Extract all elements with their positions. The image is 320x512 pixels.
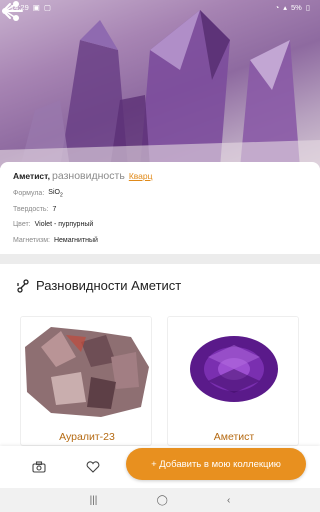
mineral-info-card: Аметист, разновидность Кварц Формула: Si… xyxy=(0,162,320,254)
mineral-name: Аметист, xyxy=(13,171,51,181)
varieties-icon xyxy=(17,278,29,293)
add-to-collection-button[interactable]: + Добавить в мою коллекцию xyxy=(126,448,306,480)
varieties-section: Разновидности Аметист Ауралит-23 Аметист xyxy=(0,264,320,446)
property-value: SiO2 xyxy=(48,189,63,199)
property-formula: Формула: SiO2 xyxy=(13,186,307,202)
variety-label: Ауралит-23 xyxy=(59,431,115,443)
variety-link[interactable]: Кварц xyxy=(129,171,153,181)
variety-label: Аметист xyxy=(213,431,255,443)
signal-icon: ▴ xyxy=(283,2,288,12)
property-hardness: Твердость: 7 xyxy=(13,202,307,218)
system-nav-bar: ||| ◯ ‹ xyxy=(0,488,320,512)
battery-icon: ▯ xyxy=(305,2,310,12)
property-label: Цвет: xyxy=(13,221,31,229)
mineral-title: Аметист, разновидность Кварц xyxy=(13,170,307,182)
wifi-icon: ◔ xyxy=(274,2,280,12)
property-label: Магнетизм: xyxy=(13,236,50,244)
add-to-collection-label: + Добавить в мою коллекцию xyxy=(151,458,281,470)
image-icon: ▣ xyxy=(32,2,40,12)
hero-image: 14:29 ▣ ▢ ◔ ▴ 5% ▯ xyxy=(0,0,320,168)
property-label: Формула: xyxy=(13,190,45,198)
varieties-title: Разновидности Аметист xyxy=(36,278,182,293)
heart-icon[interactable] xyxy=(86,461,100,473)
amethyst-gem-image xyxy=(168,317,298,429)
variety-card-amethyst[interactable]: Аметист xyxy=(167,316,299,446)
property-value: Немагнитный xyxy=(53,236,98,244)
share-icon[interactable] xyxy=(0,0,22,22)
property-label: Твердость: xyxy=(13,205,49,213)
bottom-action-bar: + Добавить в мою коллекцию xyxy=(0,446,320,488)
variety-text: разновидность xyxy=(52,170,125,182)
system-back-icon[interactable]: ‹ xyxy=(227,495,230,506)
property-value: 7 xyxy=(52,205,57,213)
camera-icon[interactable] xyxy=(32,461,46,473)
gallery-icon: ▢ xyxy=(43,2,51,12)
status-bar: 14:29 ▣ ▢ ◔ ▴ 5% ▯ xyxy=(0,0,320,14)
variety-card-auralite[interactable]: Ауралит-23 xyxy=(20,316,152,446)
recent-apps-icon[interactable]: ||| xyxy=(90,495,98,506)
auralite-image xyxy=(21,317,151,429)
varieties-header: Разновидности Аметист xyxy=(16,278,181,293)
home-icon[interactable]: ◯ xyxy=(157,495,168,506)
property-color: Цвет: Violet - пурпурный xyxy=(13,217,307,233)
property-magnetism: Магнетизм: Немагнитный xyxy=(13,233,307,249)
amethyst-crystals-illustration xyxy=(0,10,320,168)
property-value: Violet - пурпурный xyxy=(34,221,94,229)
battery-level: 5% xyxy=(291,2,302,12)
